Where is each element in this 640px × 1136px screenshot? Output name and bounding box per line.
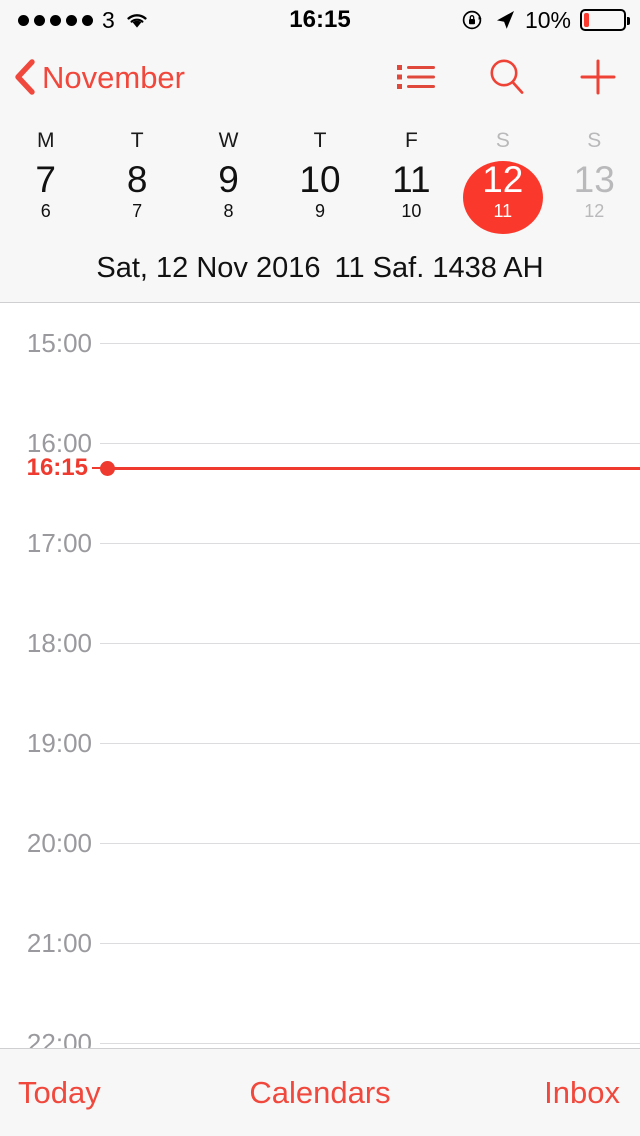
day-hijri-number: 10 [401,200,422,221]
hijri-date-label: 11 Saf. 1438 AH [334,251,544,284]
hour-label: 22:00 [26,1028,92,1048]
location-arrow-icon [494,9,516,31]
day-hijri-number: 12 [584,200,605,221]
weekday-letter: W [218,129,239,152]
back-button-label: November [42,59,185,95]
status-bar: 3 16:15 10% [0,0,640,40]
weekday-letter: F [404,129,418,152]
day-cell: 9 8 [189,161,269,234]
week-day-1[interactable]: T 8 7 [91,114,182,234]
week-day-5-selected[interactable]: S 12 11 [457,114,548,234]
week-day-4[interactable]: F 11 10 [366,114,457,234]
week-day-0[interactable]: M 7 6 [0,114,91,234]
inbox-button[interactable]: Inbox [544,1077,620,1108]
status-bar-right: 10% [461,6,630,33]
day-number: 10 [299,159,341,200]
chevron-left-icon [14,59,36,95]
gregorian-date-label: Sat, 12 Nov 2016 [96,251,321,284]
hour-gridline [100,1043,640,1044]
hour-label: 16:00 [26,428,92,458]
day-cell: 8 7 [97,161,177,234]
week-day-3[interactable]: T 10 9 [274,114,365,234]
day-number: 8 [126,159,148,200]
hour-label: 15:00 [26,328,92,358]
bottom-toolbar: Today Calendars Inbox [0,1048,640,1136]
hour-gridline [100,543,640,544]
hour-label: 21:00 [26,928,92,958]
day-number: 13 [573,159,615,200]
hour-label: 20:00 [26,828,92,858]
current-time-line [112,467,640,470]
navigation-actions [396,57,618,97]
list-icon[interactable] [396,61,436,93]
weekday-letter: S [587,129,602,152]
day-timeline[interactable]: 15:00 16:00 17:00 18:00 19:00 20:00 21:0… [0,304,640,1048]
navigation-bar: November [0,40,640,114]
day-cell: 7 6 [6,161,86,234]
weekday-letter: M [36,129,55,152]
battery-percent-label: 10% [524,6,571,33]
day-hijri-number: 9 [314,200,325,221]
back-button[interactable]: November [14,59,185,95]
hour-label: 18:00 [26,628,92,658]
hour-gridline [100,943,640,944]
week-day-6[interactable]: S 13 12 [549,114,640,234]
hour-gridline [100,343,640,344]
calendar-day-view-screen: 3 16:15 10% November M 7 6 T 8 7 W 9 8 T… [0,0,640,1136]
weekday-letter: T [130,129,144,152]
battery-fill [584,13,589,27]
hour-gridline [100,443,640,444]
week-day-strip: M 7 6 T 8 7 W 9 8 T 10 9 F 11 10 S 12 11… [0,114,640,234]
week-day-2[interactable]: W 9 8 [183,114,274,234]
day-number: 11 [392,159,431,200]
day-hijri-number: 6 [40,200,51,221]
search-icon[interactable] [488,58,526,96]
day-cell-selected: 12 11 [462,159,543,234]
day-hijri-number: 8 [223,200,234,221]
weekday-letter: S [495,129,510,152]
day-cell: 10 9 [280,161,360,234]
hour-gridline [100,743,640,744]
hour-label: 19:00 [26,728,92,758]
selected-date-header: Sat, 12 Nov 2016 11 Saf. 1438 AH [0,234,640,303]
day-cell: 13 12 [554,161,634,234]
rotation-lock-icon [461,8,485,32]
battery-icon [580,9,630,31]
day-number: 9 [218,159,239,200]
hour-gridline [100,643,640,644]
day-hijri-number: 11 [493,200,513,221]
current-time-label: 16:15 [26,454,88,481]
hour-label: 17:00 [26,528,92,558]
day-number: 7 [35,159,56,200]
plus-icon[interactable] [578,57,618,97]
day-hijri-number: 7 [132,200,143,221]
hour-gridline [100,843,640,844]
day-cell: 11 10 [371,161,451,234]
weekday-letter: T [313,129,327,152]
day-number: 12 [482,159,524,200]
